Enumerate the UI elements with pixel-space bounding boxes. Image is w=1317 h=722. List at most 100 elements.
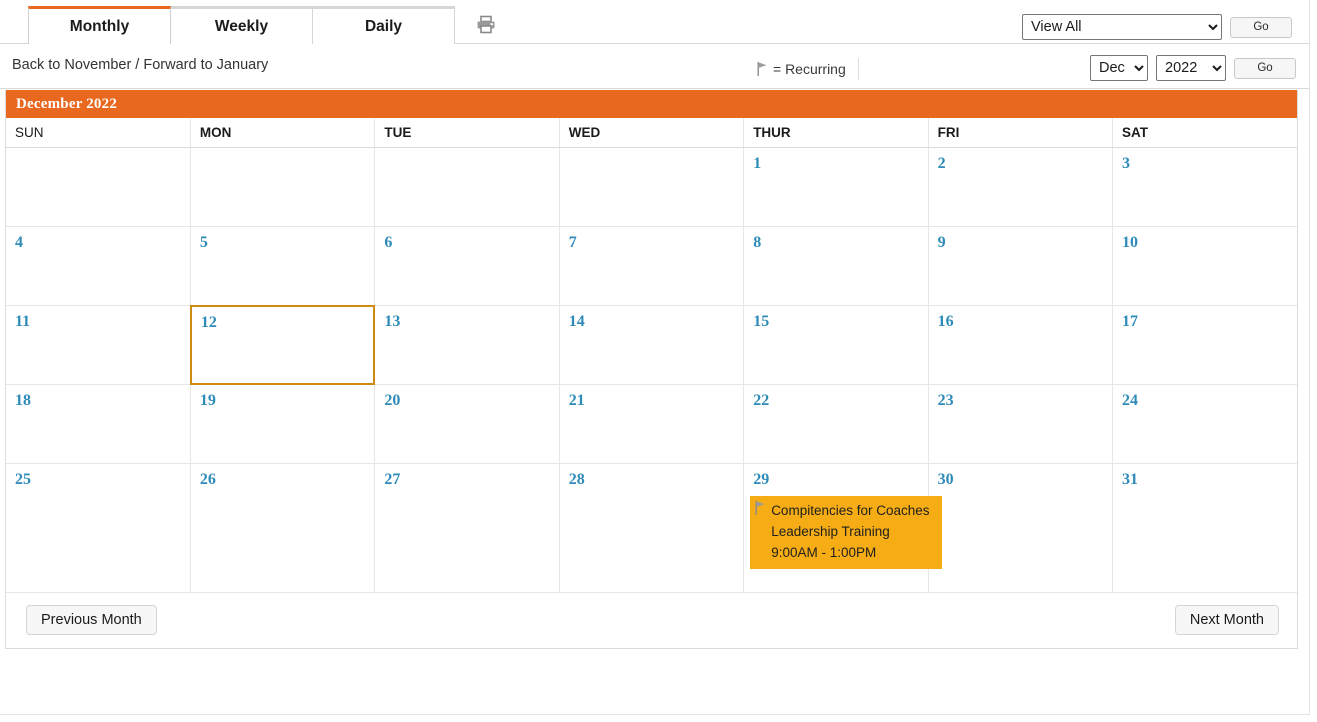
calendar-day-cell[interactable]: 2 bbox=[928, 147, 1114, 227]
day-cell-inner: 2 bbox=[929, 148, 1112, 226]
month-select[interactable]: Dec bbox=[1090, 55, 1148, 81]
calendar-day-cell[interactable]: 5 bbox=[190, 226, 376, 306]
day-number[interactable]: 30 bbox=[938, 472, 1106, 488]
calendar-week-row: 11 12 13 14 15 16 17 bbox=[6, 305, 1297, 385]
calendar-day-cell[interactable]: 15 bbox=[743, 305, 929, 385]
calendar-day-cell[interactable]: 9 bbox=[928, 226, 1114, 306]
calendar-day-cell[interactable]: 12 bbox=[189, 305, 376, 385]
calendar-day-cell[interactable]: 13 bbox=[374, 305, 560, 385]
day-number[interactable]: 9 bbox=[938, 235, 1106, 251]
event-time: 9:00AM - 1:00PM bbox=[771, 545, 877, 561]
calendar-day-cell[interactable]: 11 bbox=[6, 305, 191, 385]
day-cell-inner: 14 bbox=[560, 306, 743, 384]
day-number[interactable]: 24 bbox=[1122, 393, 1291, 409]
calendar-day-cell[interactable]: 26 bbox=[190, 463, 376, 592]
day-number[interactable]: 13 bbox=[384, 314, 552, 330]
calendar-day-cell[interactable]: 27 bbox=[374, 463, 560, 592]
day-number[interactable]: 18 bbox=[15, 393, 184, 409]
day-number[interactable]: 16 bbox=[938, 314, 1106, 330]
calendar-day-cell[interactable]: 29 Compitencies for Coaches Leadership Tr… bbox=[743, 463, 943, 592]
weekday-fri: FRI bbox=[928, 118, 1114, 148]
calendar-day-cell[interactable]: 19 bbox=[190, 384, 376, 464]
calendar-day-cell[interactable] bbox=[559, 147, 745, 227]
calendar-day-cell[interactable]: 1 bbox=[743, 147, 929, 227]
calendar-day-cell[interactable]: 25 bbox=[6, 463, 191, 592]
tab-monthly[interactable]: Monthly bbox=[28, 6, 171, 44]
day-number[interactable]: 29 bbox=[753, 472, 921, 488]
calendar-day-cell[interactable]: 30 bbox=[928, 463, 1114, 592]
calendar-week-row: 18 19 20 21 22 23 24 bbox=[6, 384, 1297, 464]
weekday-sat: SAT bbox=[1112, 118, 1297, 148]
calendar-day-cell[interactable]: 31 bbox=[1112, 463, 1297, 592]
day-number[interactable]: 15 bbox=[753, 314, 921, 330]
calendar-day-cell[interactable] bbox=[190, 147, 376, 227]
day-number[interactable]: 22 bbox=[753, 393, 921, 409]
printer-icon[interactable] bbox=[476, 15, 496, 34]
day-number[interactable]: 27 bbox=[384, 472, 552, 488]
day-cell-inner: 4 bbox=[6, 227, 190, 305]
month-year-go-button[interactable]: Go bbox=[1234, 57, 1296, 79]
day-number[interactable]: 4 bbox=[15, 235, 184, 251]
day-cell-inner: 27 bbox=[375, 464, 558, 592]
view-tabs: Monthly Weekly Daily bbox=[28, 6, 455, 44]
day-number[interactable]: 10 bbox=[1122, 235, 1291, 251]
month-year-picker: Dec 2022 Go bbox=[1090, 55, 1296, 81]
day-cell-inner: 21 bbox=[560, 385, 743, 463]
next-month-button[interactable]: Next Month bbox=[1174, 604, 1279, 635]
day-number[interactable]: 17 bbox=[1122, 314, 1291, 330]
calendar-day-cell[interactable]: 23 bbox=[928, 384, 1114, 464]
recurring-legend-label: = Recurring bbox=[773, 61, 846, 77]
day-number[interactable]: 28 bbox=[569, 472, 737, 488]
calendar-day-cell[interactable]: 16 bbox=[928, 305, 1114, 385]
day-cell-inner: 30 bbox=[929, 464, 1112, 592]
day-number[interactable]: 8 bbox=[753, 235, 921, 251]
day-number[interactable]: 19 bbox=[200, 393, 368, 409]
calendar-day-cell[interactable]: 18 bbox=[6, 384, 191, 464]
day-number[interactable]: 25 bbox=[15, 472, 184, 488]
previous-month-button[interactable]: Previous Month bbox=[26, 604, 157, 635]
day-number[interactable]: 31 bbox=[1122, 472, 1291, 488]
view-filter-select[interactable]: View All bbox=[1022, 14, 1222, 40]
day-number[interactable]: 11 bbox=[15, 314, 184, 330]
day-number[interactable]: 1 bbox=[753, 156, 921, 172]
calendar-day-cell[interactable]: 6 bbox=[374, 226, 560, 306]
day-number[interactable]: 2 bbox=[938, 156, 1106, 172]
calendar-day-cell[interactable]: 20 bbox=[374, 384, 560, 464]
calendar-day-cell[interactable]: 22 bbox=[743, 384, 929, 464]
tab-daily[interactable]: Daily bbox=[312, 6, 455, 44]
recurring-legend: = Recurring bbox=[757, 58, 859, 80]
calendar-day-cell[interactable]: 10 bbox=[1112, 226, 1297, 306]
month-title: December 2022 bbox=[6, 90, 1297, 118]
day-number[interactable]: 3 bbox=[1122, 156, 1291, 172]
calendar-day-cell[interactable]: 28 bbox=[559, 463, 745, 592]
calendar-event[interactable]: Compitencies for Coaches Leadership Trai… bbox=[750, 496, 943, 569]
calendar-day-cell[interactable]: 14 bbox=[559, 305, 745, 385]
view-filter-go-button[interactable]: Go bbox=[1230, 16, 1292, 38]
month-nav-links[interactable]: Back to November / Forward to January bbox=[12, 57, 268, 73]
day-number[interactable]: 21 bbox=[569, 393, 737, 409]
year-select[interactable]: 2022 bbox=[1156, 55, 1226, 81]
calendar-day-cell[interactable]: 24 bbox=[1112, 384, 1297, 464]
day-number[interactable]: 6 bbox=[384, 235, 552, 251]
calendar-day-cell[interactable]: 4 bbox=[6, 226, 191, 306]
day-number[interactable]: 7 bbox=[569, 235, 737, 251]
calendar-day-cell[interactable]: 21 bbox=[559, 384, 745, 464]
day-number[interactable]: 14 bbox=[569, 314, 737, 330]
day-cell-inner: 24 bbox=[1113, 385, 1297, 463]
day-cell-inner: 5 bbox=[191, 227, 374, 305]
day-number[interactable]: 20 bbox=[384, 393, 552, 409]
tab-weekly[interactable]: Weekly bbox=[170, 6, 313, 44]
tab-monthly-label: Monthly bbox=[69, 17, 130, 35]
day-number[interactable]: 23 bbox=[938, 393, 1106, 409]
day-number[interactable]: 5 bbox=[200, 235, 368, 251]
day-number[interactable]: 26 bbox=[200, 472, 368, 488]
calendar-day-cell[interactable]: 17 bbox=[1112, 305, 1297, 385]
calendar-day-cell[interactable]: 3 bbox=[1112, 147, 1297, 227]
calendar-day-cell[interactable]: 7 bbox=[559, 226, 745, 306]
calendar-day-cell[interactable] bbox=[6, 147, 191, 227]
day-cell-inner: 10 bbox=[1113, 227, 1297, 305]
calendar-day-cell[interactable]: 8 bbox=[743, 226, 929, 306]
day-number[interactable]: 12 bbox=[201, 315, 367, 331]
calendar-day-cell[interactable] bbox=[374, 147, 560, 227]
day-cell-inner: 15 bbox=[744, 306, 927, 384]
